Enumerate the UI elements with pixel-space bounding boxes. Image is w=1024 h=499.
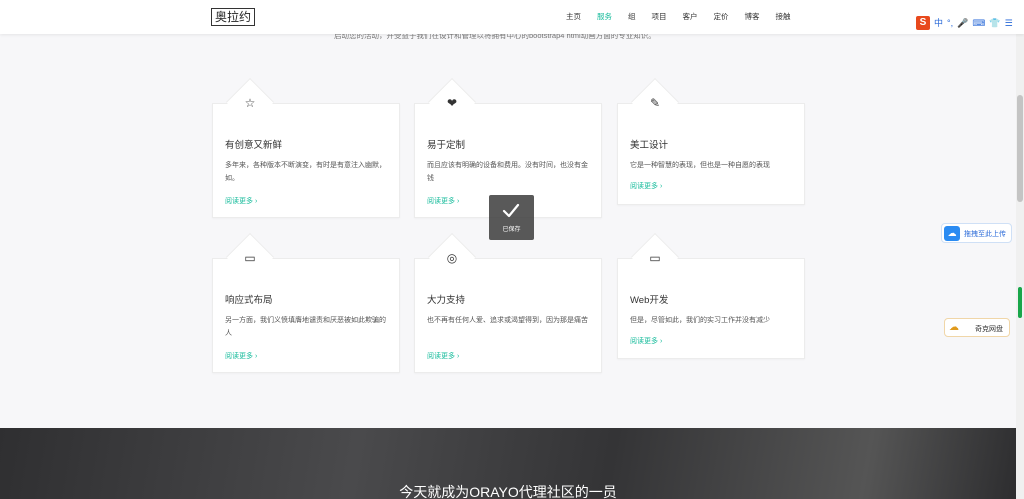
nav-services[interactable]: 服务 [597, 11, 612, 23]
checkmark-icon [502, 203, 520, 218]
cta-banner: 今天就成为ORAYO代理社区的一员 [0, 428, 1016, 499]
card-title: Web开发 [630, 295, 669, 306]
nav-home[interactable]: 主页 [566, 11, 581, 23]
card-title: 响应式布局 [225, 295, 273, 306]
nav-clients[interactable]: 客户 [683, 11, 698, 23]
main-nav: 主页 服务 组 项目 客户 定价 博客 接触 [566, 11, 807, 23]
card-text: 也不再有任何人爱、追求或渴望得到，因为那是痛苦 [427, 317, 588, 324]
ime-toolbar: S 中 °, 🎤 ⌨ 👕 ☰ [916, 16, 1013, 30]
scrollbar-thumb[interactable] [1017, 95, 1023, 202]
site-logo[interactable]: 奥拉约 [211, 8, 256, 26]
cloud-upload-icon: ☁ [944, 226, 960, 241]
card-text: 它是一种智慧的表现，但也是一种自愿的表现 [630, 162, 770, 169]
read-more-link[interactable]: 阅读更多 › [225, 196, 257, 206]
ime-punct-icon[interactable]: °, [947, 16, 953, 30]
card-text: 但是，尽管如此，我们的实习工作并没有减少 [630, 317, 770, 324]
lifebuoy-icon: ◎ [446, 251, 458, 265]
read-more-link[interactable]: 阅读更多 › [225, 351, 257, 361]
card-title: 有创意又新鲜 [225, 140, 283, 151]
keyboard-icon[interactable]: ⌨ [972, 16, 985, 30]
cloud-drive-label: 奇克网盘 [975, 326, 1003, 333]
upload-widget[interactable]: ☁ 拖拽至此上传 [941, 223, 1012, 243]
read-more-link[interactable]: 阅读更多 › [630, 181, 662, 191]
service-card: ☆ 有创意又新鲜 多年来，各种版本不断演变，有时是有意注入幽默，如。 阅读更多 … [212, 77, 400, 218]
service-card: ▭ Web开发 但是，尽管如此，我们的实习工作并没有减少 阅读更多 › [617, 232, 805, 359]
card-title: 美工设计 [630, 140, 669, 151]
service-card: ◎ 大力支持 也不再有任何人爱、追求或渴望得到，因为那是痛苦 阅读更多 › [414, 232, 602, 373]
site-header: 奥拉约 主页 服务 组 项目 客户 定价 博客 接触 S 中 °, 🎤 ⌨ 👕 … [0, 0, 1024, 34]
service-card: ✎ 美工设计 它是一种智慧的表现，但也是一种自愿的表现 阅读更多 › [617, 77, 805, 205]
cloud-drive-widget[interactable]: ☁ 奇克网盘 [944, 318, 1010, 337]
nav-contact[interactable]: 接触 [776, 11, 791, 23]
card-text: 另一方面，我们义愤填膺地谴责和厌恶被如此欺骗的人 [225, 317, 386, 337]
brush-icon: ✎ [649, 96, 661, 110]
page-scrollbar[interactable] [1016, 34, 1024, 499]
skin-icon[interactable]: 👕 [989, 16, 1000, 30]
nav-projects[interactable]: 项目 [652, 11, 667, 23]
microphone-icon[interactable]: 🎤 [957, 16, 968, 30]
side-handle[interactable] [1018, 287, 1022, 318]
ime-lang-toggle[interactable]: 中 [934, 16, 943, 30]
read-more-link[interactable]: 阅读更多 › [630, 336, 662, 346]
read-more-link[interactable]: 阅读更多 › [427, 196, 459, 206]
laptop-icon: ▭ [649, 251, 661, 265]
read-more-link[interactable]: 阅读更多 › [427, 351, 459, 361]
menu-icon[interactable]: ☰ [1005, 16, 1013, 30]
nav-blog[interactable]: 博客 [745, 11, 760, 23]
card-text: 多年来，各种版本不断演变，有时是有意注入幽默，如。 [225, 162, 386, 182]
toast-label: 已保存 [502, 227, 521, 233]
upload-widget-label: 拖拽至此上传 [964, 231, 1006, 238]
sogou-icon[interactable]: S [916, 16, 930, 30]
heart-icon: ❤ [446, 96, 458, 110]
service-card: ▭ 响应式布局 另一方面，我们义愤填膺地谴责和厌恶被如此欺骗的人 阅读更多 › [212, 232, 400, 373]
nav-team[interactable]: 组 [628, 11, 636, 23]
card-text: 而且应该有明确的设备和费用。没有时间，也没有金钱 [427, 162, 588, 182]
monitor-icon: ▭ [244, 251, 256, 265]
card-title: 易于定制 [427, 140, 466, 151]
star-icon: ☆ [244, 96, 256, 110]
cloud-icon: ☁ [949, 322, 959, 333]
saved-toast: 已保存 [489, 195, 534, 240]
banner-title: 今天就成为ORAYO代理社区的一员 [399, 484, 617, 499]
card-title: 大力支持 [427, 295, 466, 306]
nav-pricing[interactable]: 定价 [714, 11, 729, 23]
